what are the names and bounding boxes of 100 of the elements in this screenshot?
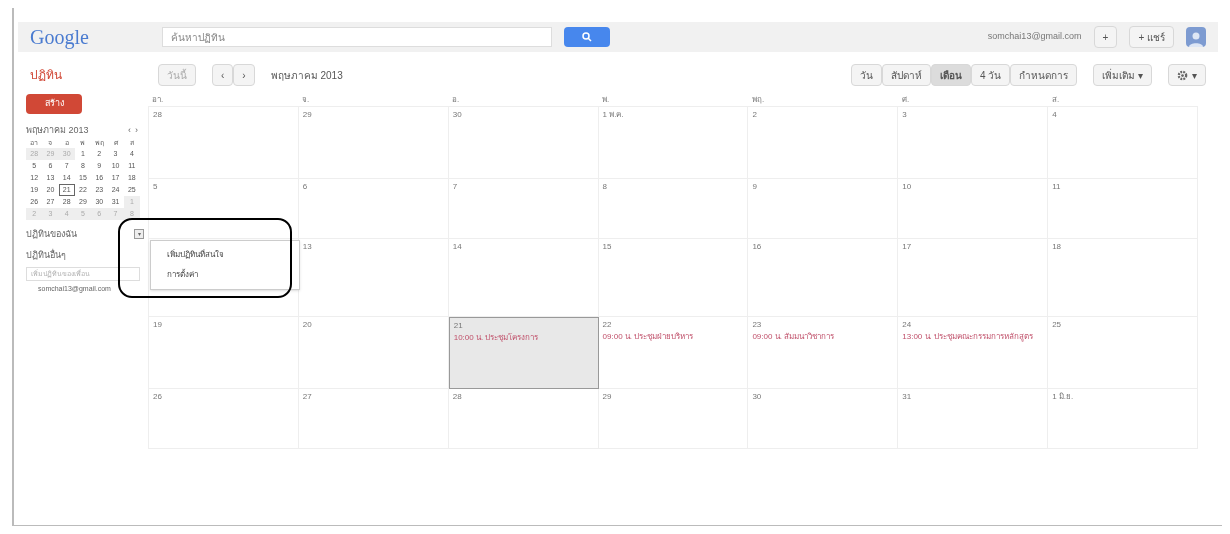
- gear-icon: [1177, 69, 1188, 81]
- day-cell[interactable]: 24 13:00 น. ประชุมคณะกรรมการหลักสูตร: [898, 317, 1049, 389]
- view-tab[interactable]: วัน: [850, 64, 882, 86]
- weekday-header: พ.: [601, 94, 611, 106]
- view-tab[interactable]: 4 วัน: [970, 64, 1011, 86]
- day-number: 1 มิ.ย.: [1052, 391, 1075, 403]
- day-cell[interactable]: 6: [298, 179, 449, 239]
- day-number: 1 พ.ค.: [602, 109, 625, 121]
- event-entry[interactable]: 10:00 น. ประชุมโครงการ: [453, 332, 594, 344]
- day-number: 21: [453, 320, 464, 332]
- search-button[interactable]: [564, 27, 610, 47]
- day-cell[interactable]: 16: [748, 239, 899, 317]
- person-icon: [1189, 31, 1203, 47]
- day-cell[interactable]: 8: [598, 179, 749, 239]
- day-cell[interactable]: 15: [598, 239, 749, 317]
- day-cell[interactable]: 10: [898, 179, 1049, 239]
- day-number: 6: [302, 181, 309, 193]
- day-number: 31: [902, 391, 913, 403]
- search-icon: [582, 32, 592, 42]
- period-title: พฤษภาคม 2013: [270, 68, 343, 83]
- day-cell[interactable]: 17: [898, 239, 1049, 317]
- menu-item[interactable]: เพิ่มปฏิทินที่สนใจ: [167, 248, 283, 261]
- day-cell[interactable]: 4: [1048, 107, 1198, 179]
- create-button[interactable]: สร้าง: [26, 94, 82, 114]
- day-number: 8: [602, 181, 608, 193]
- day-number: 15: [602, 241, 613, 253]
- day-number: 19: [153, 319, 163, 331]
- day-number: 13: [302, 241, 313, 253]
- account-email[interactable]: somchai13@gmail.com: [987, 30, 1082, 44]
- avatar[interactable]: [1186, 27, 1206, 47]
- day-cell[interactable]: 13: [298, 239, 449, 317]
- menu-item[interactable]: การตั้งค่า: [167, 268, 283, 281]
- day-cell[interactable]: 23 09:00 น. สัมมนาวิชาการ: [748, 317, 899, 389]
- logo: Google: [30, 25, 90, 51]
- day-number: 17: [902, 241, 913, 253]
- day-cell[interactable]: 7: [448, 179, 599, 239]
- day-number: 23: [752, 319, 763, 331]
- day-number: 3: [902, 109, 908, 121]
- mini-next-button[interactable]: ›: [133, 124, 140, 138]
- event-entry[interactable]: 09:00 น. ประชุมฝ่ายบริหาร: [602, 331, 744, 343]
- day-cell[interactable]: 28: [448, 389, 599, 449]
- day-cell[interactable]: 11: [1048, 179, 1198, 239]
- day-number: 26: [153, 391, 163, 403]
- mini-prev-button[interactable]: ‹: [126, 124, 133, 138]
- day-cell[interactable]: 21 10:00 น. ประชุมโครงการ: [448, 317, 599, 389]
- view-tab[interactable]: เดือน: [930, 64, 971, 86]
- header-button[interactable]: +: [1093, 26, 1118, 48]
- weekday-header: พฤ.: [751, 94, 766, 106]
- day-cell[interactable]: 28: [149, 107, 299, 179]
- day-number: 24: [902, 319, 913, 331]
- day-cell[interactable]: 1 พ.ค.: [598, 107, 749, 179]
- day-number: 5: [153, 181, 159, 193]
- calendar-section-label[interactable]: ปฏิทินอื่นๆ: [26, 249, 144, 263]
- day-number: 14: [452, 241, 463, 253]
- day-cell[interactable]: 29: [598, 389, 749, 449]
- view-tab[interactable]: สัปดาห์: [881, 64, 931, 86]
- next-button[interactable]: ›: [233, 64, 255, 86]
- day-cell[interactable]: 20: [298, 317, 449, 389]
- day-cell[interactable]: 19: [149, 317, 299, 389]
- day-cell[interactable]: [149, 239, 299, 317]
- day-cell[interactable]: 30: [448, 107, 599, 179]
- weekday-header: จ.: [301, 94, 311, 106]
- calendar-section-label[interactable]: ปฏิทินของฉัน: [26, 227, 134, 241]
- day-cell[interactable]: 22 09:00 น. ประชุมฝ่ายบริหาร: [598, 317, 749, 389]
- previous-button[interactable]: ‹: [212, 64, 234, 86]
- day-cell[interactable]: 29: [298, 107, 449, 179]
- day-number: 28: [452, 391, 463, 403]
- day-number: 30: [452, 109, 463, 121]
- day-cell[interactable]: 3: [898, 107, 1049, 179]
- app-title: ปฏิทิน: [30, 67, 63, 84]
- day-cell[interactable]: 25: [1048, 317, 1198, 389]
- day-number: 7: [452, 181, 459, 193]
- more-button[interactable]: เพิ่มเติม ▾: [1093, 64, 1152, 86]
- day-number: 28: [153, 109, 163, 121]
- day-number: 30: [752, 391, 763, 403]
- day-number: 29: [602, 391, 613, 403]
- day-cell[interactable]: 1 มิ.ย.: [1048, 389, 1198, 449]
- day-number: 2: [752, 109, 758, 121]
- settings-button[interactable]: ▾: [1168, 64, 1206, 86]
- day-number: 9: [752, 181, 758, 193]
- event-entry[interactable]: 13:00 น. ประชุมคณะกรรมการหลักสูตร: [902, 331, 1044, 343]
- weekday-header: ศ.: [901, 94, 911, 106]
- weekday-header: อา.: [151, 94, 165, 106]
- day-cell[interactable]: 31: [898, 389, 1049, 449]
- day-cell[interactable]: 30: [748, 389, 899, 449]
- day-number: 11: [1052, 181, 1062, 193]
- day-cell[interactable]: 27: [298, 389, 449, 449]
- header-button[interactable]: + แชร์: [1129, 26, 1174, 48]
- search-field[interactable]: ค้นหาปฏิทิน: [162, 27, 552, 47]
- event-entry[interactable]: 09:00 น. สัมมนาวิชาการ: [752, 331, 894, 343]
- day-number: 20: [302, 319, 313, 331]
- day-cell[interactable]: 9: [748, 179, 899, 239]
- weekday-header: ส.: [1051, 94, 1061, 106]
- day-cell[interactable]: 18: [1048, 239, 1198, 317]
- day-cell[interactable]: 5: [149, 179, 299, 239]
- day-cell[interactable]: 2: [748, 107, 899, 179]
- view-tab[interactable]: กำหนดการ: [1010, 64, 1078, 86]
- day-number: 27: [302, 391, 313, 403]
- day-number: 18: [1052, 241, 1063, 253]
- day-cell[interactable]: 26: [149, 389, 299, 449]
